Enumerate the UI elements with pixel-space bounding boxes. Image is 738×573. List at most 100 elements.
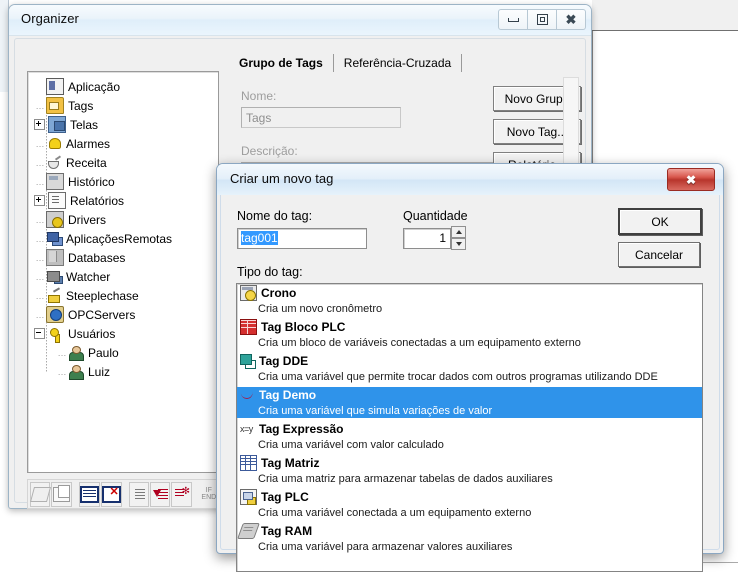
cancel-label: Cancelar: [634, 247, 684, 262]
user-icon: [68, 345, 84, 361]
database-icon: [46, 249, 64, 266]
quantity-stepper[interactable]: [451, 226, 466, 250]
tag-type-row: Tag Matriz: [237, 455, 702, 471]
tag-type-row: Tag Demo: [237, 387, 702, 403]
tree-connector: …: [35, 233, 45, 244]
tree-connector: …: [35, 290, 45, 301]
user-icon: [68, 364, 84, 380]
tag-type-item[interactable]: Crono Cria um novo cronômetro: [237, 284, 702, 318]
organizer-tree-panel[interactable]: Aplicação … Tags Telas … Alarmes … Receita … Hist…: [27, 71, 219, 473]
tag-type-desc-row: Cria um bloco de variáveis conectadas a …: [237, 335, 702, 350]
cancel-button[interactable]: Cancelar: [618, 242, 700, 267]
report-icon: [48, 192, 66, 209]
tag-type-item[interactable]: Tag RAM Cria uma variável para armazenar …: [237, 522, 702, 556]
tag-type-description: Cria uma variável para armazenar valores…: [258, 540, 513, 553]
create-new-tag-dialog: Criar um novo tag ✖ Nome do tag: tag001 …: [216, 163, 724, 572]
maximize-icon: [536, 14, 548, 25]
sort-button[interactable]: [128, 481, 149, 507]
tag-type-description: Cria um novo cronômetro: [258, 302, 383, 315]
screen-root: Organizer ✖ Aplicação… Tags Telas… Alarmes……: [0, 0, 738, 573]
copy-button[interactable]: [51, 481, 72, 507]
tree-connector: …: [35, 271, 45, 282]
organizer-titlebar[interactable]: Organizer ✖: [9, 5, 591, 36]
tree-item-paulo[interactable]: … Paulo: [34, 343, 218, 362]
ok-button[interactable]: OK: [618, 208, 702, 235]
organizer-window-controls: ✖: [498, 9, 586, 30]
tree-item-databases[interactable]: … Databases: [34, 248, 218, 267]
dialog-close-button[interactable]: ✖: [667, 168, 715, 191]
tree-item-label: Tags: [68, 98, 94, 113]
tab-grupo-de-tags[interactable]: Grupo de Tags: [231, 54, 331, 73]
find-button[interactable]: [171, 481, 192, 507]
minimize-icon: [507, 17, 519, 22]
tag-name-value: tag001: [241, 231, 278, 245]
grid-icon: [79, 485, 99, 503]
table-icon: [240, 455, 257, 471]
tab-referencia-cruzada[interactable]: Referência-Cruzada: [336, 54, 459, 73]
tree-item-drivers[interactable]: … Drivers: [34, 210, 218, 229]
tag-type-item[interactable]: Tag DDE Cria uma variável que permite tro…: [237, 352, 702, 386]
descricao-label: Descrição:: [241, 144, 298, 158]
tag-type-label: Tipo do tag:: [237, 265, 303, 279]
tree-connector: …: [57, 366, 67, 377]
tag-type-item[interactable]: Tag Bloco PLC Cria um bloco de variáveis …: [237, 318, 702, 352]
close-button[interactable]: ✖: [557, 9, 586, 30]
tag-type-item[interactable]: Tag Matriz Cria uma matriz para armazenar…: [237, 454, 702, 488]
tree-item-watcher[interactable]: … Watcher: [34, 267, 218, 286]
tree-item-label: Histórico: [68, 174, 115, 189]
tree-item-alarmes[interactable]: … Alarmes: [34, 134, 218, 153]
plc-icon: [240, 489, 257, 505]
tree-item-luiz[interactable]: … Luiz: [34, 362, 218, 381]
tree-connector: …: [35, 309, 45, 320]
tree-expander[interactable]: [34, 195, 45, 206]
tag-type-name: Tag Bloco PLC: [261, 320, 346, 334]
tree-item-label: Databases: [68, 250, 126, 265]
nome-input[interactable]: Tags: [241, 107, 401, 128]
erase-button[interactable]: [29, 481, 51, 507]
quantity-decrement-button[interactable]: [451, 238, 466, 250]
tag-name-input[interactable]: tag001: [237, 228, 367, 249]
tree-item-label: Relatórios: [70, 193, 125, 208]
tag-type-list[interactable]: Crono Cria um novo cronômetro Tag Bloco PL…: [236, 283, 703, 572]
desktop-background-header: [592, 0, 738, 31]
tree-item-telas[interactable]: Telas: [34, 115, 218, 134]
delete-button[interactable]: [100, 481, 122, 507]
insert-row-icon: [152, 488, 168, 501]
tab-divider-1: [332, 54, 334, 72]
insert-row-button[interactable]: [149, 481, 171, 507]
tag-type-item[interactable]: Tag Demo Cria uma variável que simula var…: [237, 386, 702, 420]
tree-connector: …: [35, 138, 45, 149]
tree-item-opcservers[interactable]: … OPCServers: [34, 305, 218, 324]
quantity-input[interactable]: 1: [403, 228, 451, 249]
close-icon: ✖: [685, 172, 697, 187]
tree-item-receita[interactable]: … Receita: [34, 153, 218, 172]
tree-item-aplica-esremotas[interactable]: … AplicaçõesRemotas: [34, 229, 218, 248]
history-icon: [46, 173, 64, 190]
key-icon: [48, 326, 64, 343]
tree-item-label: Telas: [70, 117, 99, 132]
maximize-button[interactable]: [528, 9, 557, 30]
minimize-button[interactable]: [498, 9, 528, 30]
tree-expander[interactable]: [34, 119, 45, 130]
tag-type-name: Crono: [261, 286, 297, 300]
sort-icon: [131, 488, 146, 501]
tree-item-tags[interactable]: … Tags: [34, 96, 218, 115]
tag-type-item[interactable]: x=y Tag Expressão Cria uma variável com va…: [237, 420, 702, 454]
tree-item-hist-rico[interactable]: … Histórico: [34, 172, 218, 191]
quantity-increment-button[interactable]: [451, 226, 466, 238]
tag-type-name: Tag Matriz: [261, 456, 320, 470]
tag-type-desc-row: Cria uma variável conectada a um equipam…: [237, 505, 702, 520]
tree-item-aplica-o[interactable]: Aplicação: [34, 77, 218, 96]
copy-icon: [52, 484, 70, 502]
tag-type-item[interactable]: Tag PLC Cria uma variável conectada a um …: [237, 488, 702, 522]
tree-item-relat-rios[interactable]: Relatórios: [34, 191, 218, 210]
tag-type-row: x=y Tag Expressão: [237, 421, 702, 437]
tree-expander[interactable]: [34, 328, 45, 339]
tree-item-usu-rios[interactable]: Usuários: [34, 324, 218, 343]
organizer-tabs: Grupo de Tags Referência-Cruzada: [231, 51, 464, 73]
tree-item-label: AplicaçõesRemotas: [66, 231, 173, 246]
properties-button[interactable]: [78, 481, 100, 507]
tree-item-steeplechase[interactable]: … Steeplechase: [34, 286, 218, 305]
dialog-titlebar[interactable]: Criar um novo tag ✖: [217, 164, 723, 195]
tag-type-description: Cria uma variável que permite trocar dad…: [258, 370, 658, 383]
